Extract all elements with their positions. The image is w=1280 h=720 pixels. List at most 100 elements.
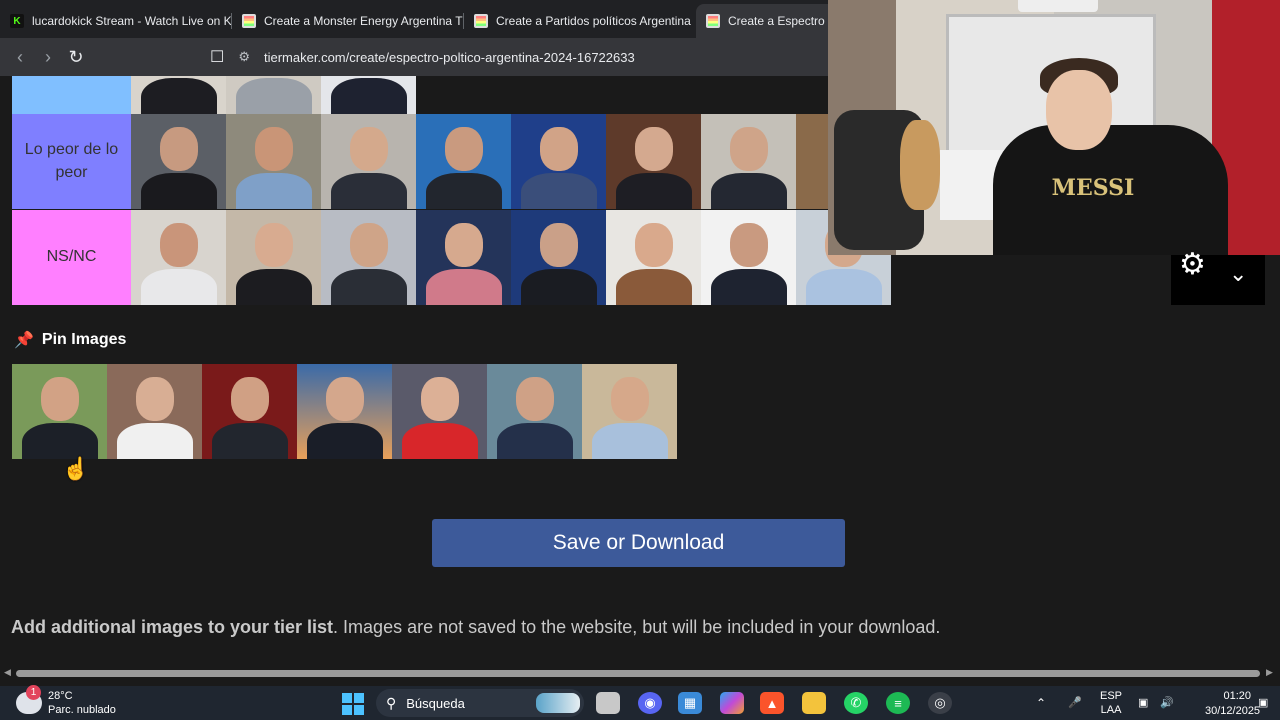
guitar — [900, 120, 940, 210]
tier-item-image[interactable] — [416, 114, 511, 209]
tier-label[interactable] — [12, 76, 131, 114]
copilot-icon[interactable] — [720, 692, 744, 714]
tier-row — [12, 76, 416, 114]
clock-date: 30/12/2025 — [1205, 704, 1261, 717]
pin-item-image[interactable] — [297, 364, 392, 459]
lang-bottom: LAA — [1100, 704, 1122, 717]
reload-icon[interactable]: ↻ — [62, 47, 90, 68]
hand-cursor-icon: ☝ — [62, 456, 90, 481]
tier-item-image[interactable] — [226, 210, 321, 305]
whatsapp-icon[interactable]: ✆ — [844, 692, 868, 714]
microphone-icon[interactable]: 🎤 — [1068, 686, 1082, 720]
tier-item-image[interactable] — [226, 76, 321, 114]
add-images-rest: . Images are not saved to the website, b… — [333, 617, 941, 637]
pin-item-image[interactable] — [12, 364, 107, 459]
tier-item-image[interactable] — [131, 76, 226, 114]
taskbar-search[interactable]: ⚲ Búsqueda — [376, 689, 584, 717]
forward-icon[interactable]: › — [34, 47, 62, 68]
network-icon[interactable]: ▣ — [1138, 686, 1148, 720]
url-field[interactable]: ⚙ tiermaker.com/create/espectro-poltico-… — [238, 49, 634, 65]
tier-item-image[interactable] — [321, 76, 416, 114]
pin-images-title: Pin Images — [41, 331, 127, 348]
scroll-left-icon[interactable]: ◀ — [4, 667, 11, 678]
tab-label: Create a Espectro p — [728, 14, 835, 28]
add-images-description: Add additional images to your tier list.… — [11, 617, 940, 638]
windows-start-icon[interactable] — [342, 693, 364, 715]
tier-item-image[interactable] — [701, 210, 796, 305]
bookmark-icon[interactable]: ☐ — [210, 47, 224, 67]
tier-row: NS/NC — [12, 210, 891, 305]
url-text: tiermaker.com/create/espectro-poltico-ar… — [264, 49, 635, 65]
discord-icon[interactable]: ◉ — [638, 692, 662, 714]
search-highlight-art — [536, 693, 580, 713]
webcam-overlay: MESSI — [828, 0, 1280, 255]
store-icon[interactable]: ▦ — [678, 692, 702, 714]
webcam-controls: ⚙ ⌄ — [1171, 248, 1265, 305]
tier-label[interactable]: NS/NC — [12, 210, 131, 305]
lang-top: ESP — [1100, 690, 1123, 702]
clock[interactable]: 01:20 30/12/2025 — [1205, 689, 1261, 719]
search-icon: ⚲ — [386, 694, 397, 711]
search-placeholder: Búsqueda — [406, 695, 465, 711]
back-icon[interactable]: ‹ — [6, 47, 34, 68]
tab-monster-energy[interactable]: Create a Monster Energy Argentina T — [232, 4, 464, 38]
pin-item-image[interactable] — [392, 364, 487, 459]
tier-item-image[interactable] — [796, 114, 829, 209]
tier-item-image[interactable] — [511, 114, 606, 209]
tab-kick-stream[interactable]: K lucardokick Stream - Watch Live on K — [0, 4, 232, 38]
tab-label: Create a Monster Energy Argentina T — [264, 14, 463, 28]
horizontal-scrollbar[interactable]: ◀ ▶ — [0, 666, 1280, 680]
pin-images-heading: 📌 Pin Images — [14, 330, 126, 350]
add-images-bold: Add additional images to your tier list — [11, 617, 334, 637]
tiermaker-icon — [706, 14, 720, 28]
weather-widget[interactable]: 28°C Parc. nublado — [16, 685, 116, 720]
weather-temp: 28°C — [48, 689, 73, 702]
scroll-right-icon[interactable]: ▶ — [1266, 667, 1273, 678]
tier-item-image[interactable] — [321, 210, 416, 305]
gear-icon[interactable]: ⚙ — [1179, 247, 1206, 282]
pin-item-image[interactable] — [107, 364, 202, 459]
volume-icon[interactable]: 🔊 — [1160, 686, 1174, 720]
save-or-download-button[interactable]: Save or Download — [432, 519, 845, 567]
tier-row: Lo peor de lo peor — [12, 114, 829, 209]
tier-label[interactable]: Lo peor de lo peor — [12, 114, 131, 209]
pin-images-row — [12, 364, 677, 459]
tiermaker-icon — [242, 14, 256, 28]
tier-item-image[interactable] — [606, 210, 701, 305]
brave-browser-icon[interactable]: ▲ — [760, 692, 784, 714]
kick-icon: K — [10, 14, 24, 28]
tier-item-image[interactable] — [511, 210, 606, 305]
file-explorer-icon[interactable] — [802, 692, 826, 714]
tier-item-image[interactable] — [226, 114, 321, 209]
weather-cloud-icon — [16, 685, 42, 714]
pushpin-icon: 📌 — [14, 332, 34, 349]
streamer-face — [1046, 70, 1112, 150]
tier-item-image[interactable] — [416, 210, 511, 305]
weather-desc: Parc. nublado — [48, 704, 116, 716]
tray-chevron-up-icon[interactable]: ⌃ — [1036, 686, 1046, 720]
pin-item-image[interactable] — [202, 364, 297, 459]
obs-icon[interactable]: ◎ — [928, 692, 952, 714]
task-view-icon[interactable] — [596, 692, 620, 714]
tiermaker-icon — [474, 14, 488, 28]
clock-time: 01:20 — [1223, 690, 1251, 702]
tier-item-image[interactable] — [131, 114, 226, 209]
tier-item-image[interactable] — [606, 114, 701, 209]
site-settings-icon[interactable]: ⚙ — [238, 49, 250, 65]
scrollbar-thumb[interactable] — [16, 670, 1260, 677]
tier-item-image[interactable] — [321, 114, 416, 209]
language-indicator[interactable]: ESP LAA — [1100, 689, 1122, 718]
shirt-print: MESSI — [1051, 175, 1135, 201]
tier-item-image[interactable] — [131, 210, 226, 305]
tab-label: lucardokick Stream - Watch Live on K — [32, 14, 232, 28]
tier-item-image[interactable] — [701, 114, 796, 209]
spotify-icon[interactable]: ≡ — [886, 692, 910, 714]
tab-label: Create a Partidos políticos Argentina — [496, 14, 691, 28]
chevron-down-icon[interactable]: ⌄ — [1229, 261, 1247, 287]
air-conditioner — [1018, 0, 1098, 12]
notification-icon[interactable]: ▣ — [1258, 686, 1268, 720]
pin-item-image[interactable] — [487, 364, 582, 459]
windows-taskbar: 28°C Parc. nublado ⚲ Búsqueda ◉ ▦ ▲ ✆ ≡ … — [0, 685, 1280, 720]
tab-partidos-politicos[interactable]: Create a Partidos políticos Argentina — [464, 4, 696, 38]
pin-item-image[interactable] — [582, 364, 677, 459]
